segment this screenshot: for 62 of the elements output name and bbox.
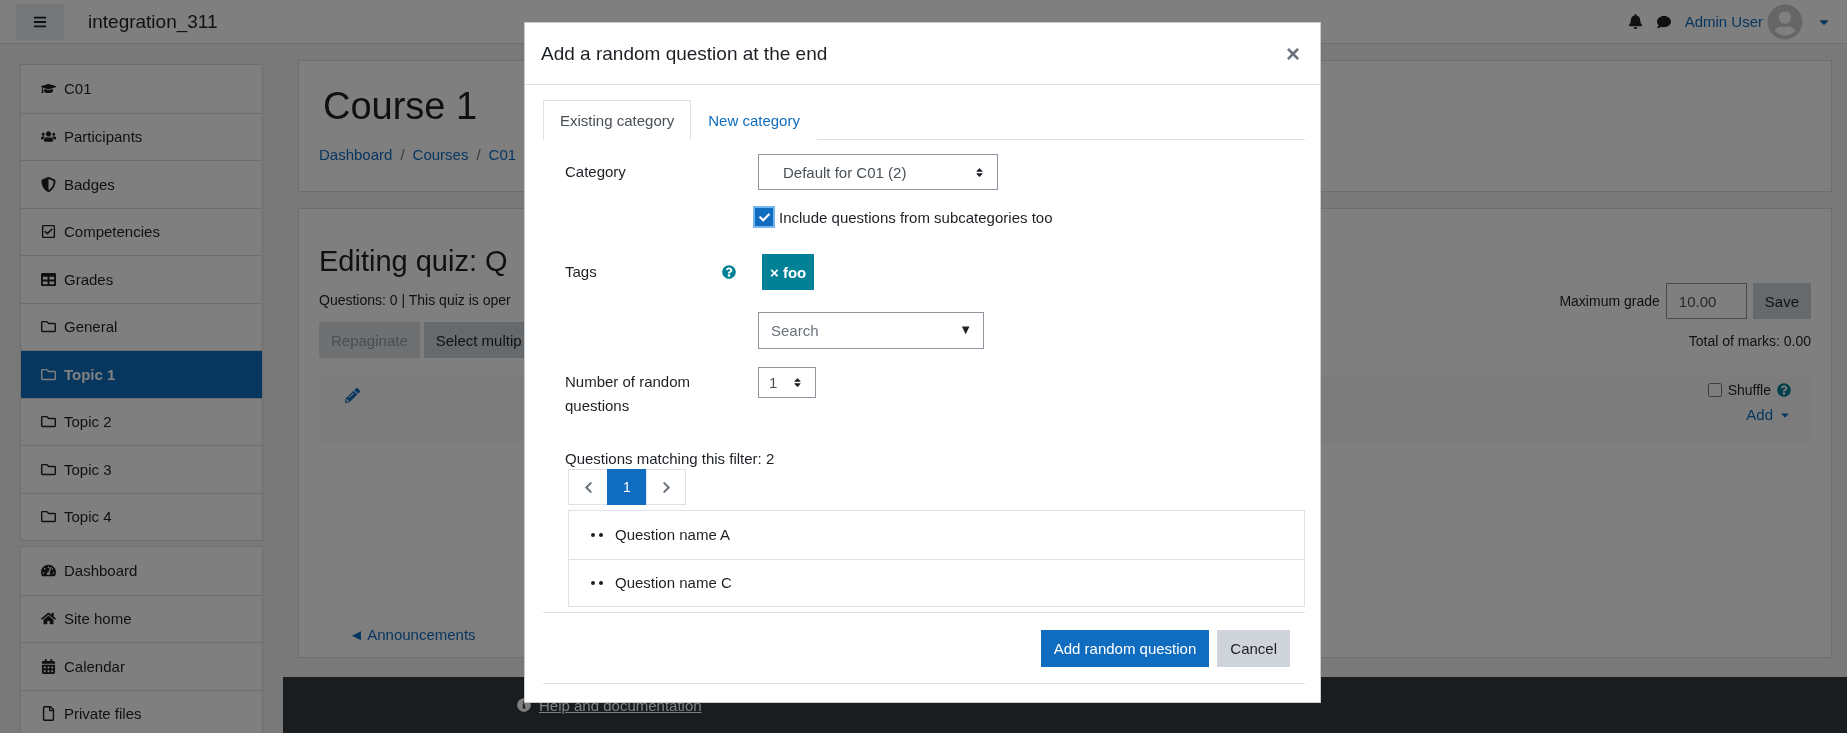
sort-arrows-icon [974,166,985,178]
dropdown-arrow[interactable]: ▼ [959,322,972,337]
category-select[interactable]: Default for C01 (2) [758,154,998,190]
pencil-icon[interactable] [345,388,360,403]
matching-count-text: Questions matching this filter: 2 [565,450,776,467]
dialog-title: Add a random question at the end [541,42,828,65]
save-button[interactable]: Save [1752,283,1811,319]
chat-bubble-icon[interactable] [1656,14,1671,29]
number-label: Number of random questions [565,372,692,416]
course-title: Course 1 [323,85,478,128]
shuffle-label: Shuffle [1727,382,1771,398]
folder-icon [41,461,56,477]
gauge-icon [41,563,56,579]
tab[interactable]: Existing category [543,100,692,140]
house-icon [41,611,56,627]
breadcrumb-link[interactable]: C01 [488,146,517,163]
page-button[interactable]: 1 [607,469,647,505]
checkbox-icon [41,224,56,240]
dialog-button[interactable]: Add random question [1040,629,1210,667]
shuffle-checkbox[interactable] [1707,383,1722,397]
maximum-grade-label: Maximum grade [1559,293,1660,309]
subcategories-checkbox[interactable] [755,208,773,226]
people-icon [41,129,56,145]
help-icon[interactable] [722,265,736,279]
menu-icon [33,14,47,29]
total-marks-text: Total of marks: 0.00 [1688,333,1811,349]
breadcrumb-separator: / [400,146,405,163]
help-icon[interactable] [1777,383,1791,397]
folder-icon [41,319,56,335]
site-name: integration_311 [88,10,218,33]
sidebar-item[interactable]: Topic 1 [21,350,262,398]
question-name: Question name A [615,526,731,544]
folder-icon [41,509,56,525]
subcategories-label: Include questions from subcategories too [779,208,1053,226]
tag-chip[interactable]: × foo [762,254,815,290]
breadcrumb-link[interactable]: Dashboard [319,146,393,163]
shield-icon [41,176,56,192]
drag-handle-icon [591,532,603,537]
dialog-button[interactable]: Cancel [1217,629,1290,667]
breadcrumb-link[interactable]: Courses [412,146,469,163]
menu-button[interactable] [16,3,64,40]
sort-arrows-icon [792,377,803,388]
add-dropdown[interactable]: Add [1746,406,1791,423]
quiz-info-text: Questions: 0 | This quiz is oper [319,292,512,308]
tags-label: Tags [565,262,597,282]
check-icon [758,211,770,223]
calendar-icon [41,658,56,674]
drag-handle-icon [591,580,603,585]
file-icon [41,706,56,722]
category-label: Category [565,162,627,182]
close-button[interactable]: × [1282,39,1304,68]
quiz-title: Editing quiz: Q [319,245,509,278]
bell-icon[interactable] [1627,14,1643,29]
table-icon [41,271,56,287]
maximum-grade-field[interactable]: 10.00 [1665,283,1747,319]
folder-icon [41,414,56,430]
number-select[interactable]: 1 [758,367,816,398]
folder-icon [41,366,56,382]
breadcrumb-separator: / [476,146,481,163]
previous-page-button[interactable] [568,469,608,505]
user-name[interactable]: Admin User [1684,13,1763,30]
question-name: Question name C [615,574,732,592]
